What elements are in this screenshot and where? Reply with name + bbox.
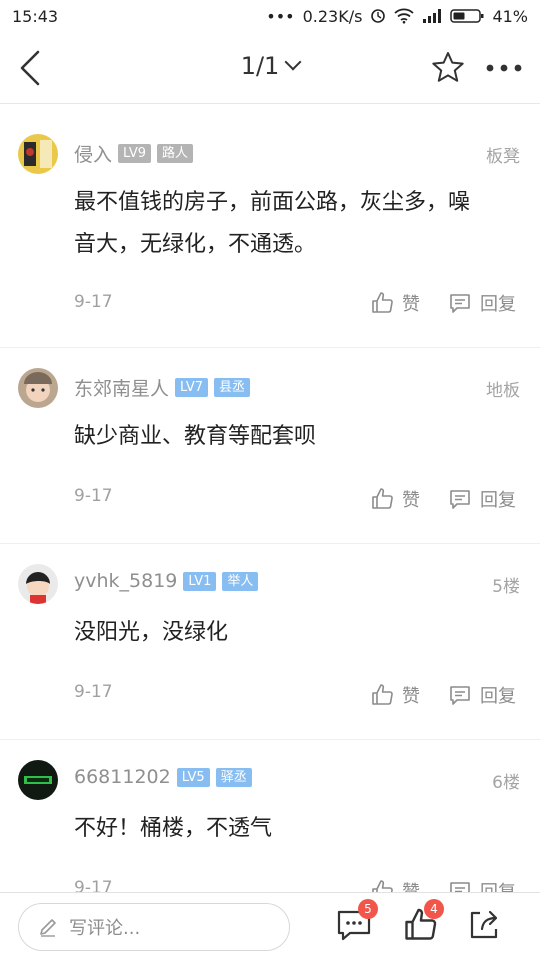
thumbs-up-icon (372, 488, 393, 509)
more-options-icon[interactable] (484, 56, 524, 80)
reply-bubble-icon (450, 294, 470, 313)
reply-bubble-icon (450, 882, 470, 892)
status-bar: 15:43 ••• 0.23K/s 41% (0, 0, 540, 32)
reply-button[interactable]: 回复 (448, 682, 516, 708)
battery-percent: 41% (492, 6, 528, 26)
comment-date: 9-17 (74, 682, 113, 702)
avatar[interactable] (18, 760, 58, 800)
comment-date: 9-17 (74, 292, 113, 312)
reply-bubble-icon (450, 686, 470, 705)
thumbs-up-icon (372, 292, 393, 313)
comments-button[interactable]: 5 (336, 899, 378, 947)
reply-label: 回复 (480, 878, 516, 892)
reply-label: 回复 (480, 294, 516, 315)
level-badge: LV7 (175, 378, 208, 397)
like-label: 赞 (402, 490, 420, 511)
like-label: 赞 (402, 294, 420, 315)
username[interactable]: yvhk_5819 (74, 570, 177, 592)
comment-item: 66811202 LV5 驿丞 6楼 不好！桶楼，不透气 9-17 赞 回复 (0, 740, 540, 892)
status-time: 15:43 (12, 6, 59, 26)
network-speed: 0.23K/s (302, 6, 363, 26)
comment-input[interactable]: 写评论... (18, 903, 290, 951)
avatar[interactable] (18, 564, 58, 604)
like-button[interactable]: 赞 (370, 290, 420, 316)
bottom-bar: 写评论... 5 4 (0, 892, 540, 960)
title-badge: 举人 (222, 571, 259, 591)
avatar[interactable] (18, 368, 58, 408)
like-post-button[interactable]: 4 (402, 899, 444, 947)
comment-text: 缺少商业、教育等配套呗 (74, 424, 317, 449)
alarm-icon (371, 9, 386, 23)
thumbs-up-icon (372, 880, 393, 892)
reply-button[interactable]: 回复 (448, 290, 516, 316)
title-badge: 县丞 (214, 378, 251, 397)
comment-placeholder: 写评论... (69, 918, 141, 939)
comment-date: 9-17 (74, 878, 113, 892)
reply-button[interactable]: 回复 (448, 878, 516, 892)
signal-icon (423, 9, 442, 23)
chevron-down-icon (284, 53, 302, 71)
like-button[interactable]: 赞 (370, 682, 420, 708)
level-badge: LV9 (118, 144, 151, 163)
like-button[interactable]: 赞 (370, 878, 420, 892)
like-label: 赞 (402, 878, 420, 892)
floor-label: 地板 (486, 381, 520, 401)
comment-text: 不好！桶楼，不透气 (74, 816, 273, 841)
pencil-icon (40, 919, 56, 937)
reply-label: 回复 (480, 490, 516, 511)
comment-text: 没阳光，没绿化 (74, 620, 229, 645)
comment-header: 66811202 LV5 驿丞 (74, 766, 252, 788)
likes-count-badge: 4 (424, 899, 444, 919)
floor-label: 6楼 (492, 773, 520, 793)
title-badge: 驿丞 (215, 767, 252, 787)
reply-button[interactable]: 回复 (448, 486, 516, 512)
comments-count-badge: 5 (358, 899, 378, 919)
comment-header: yvhk_5819 LV1 举人 (74, 570, 259, 592)
comment-item: 侵入 LV9 路人 板凳 最不值钱的房子，前面公路，灰尘多，噪音大，无绿化，不通… (0, 114, 540, 348)
comment-date: 9-17 (74, 486, 113, 506)
avatar[interactable] (18, 134, 58, 174)
status-indicators: ••• 0.23K/s 41% (266, 7, 528, 26)
comment-text: 最不值钱的房子，前面公路，灰尘多，噪音大，无绿化，不通透。 (74, 190, 471, 257)
share-icon (470, 910, 498, 939)
battery-icon (450, 9, 484, 23)
star-favorite-icon[interactable] (430, 50, 466, 86)
level-badge: LV1 (183, 571, 217, 591)
username[interactable]: 侵入 (74, 140, 112, 167)
status-dots: ••• (266, 6, 295, 26)
nav-bar: 1/1 (0, 32, 540, 104)
like-label: 赞 (402, 686, 420, 707)
reply-bubble-icon (450, 490, 470, 509)
comment-item: yvhk_5819 LV1 举人 5楼 没阳光，没绿化 9-17 赞 回复 (0, 544, 540, 740)
like-button[interactable]: 赞 (370, 486, 420, 512)
comment-item: 东郊南星人 LV7 县丞 地板 缺少商业、教育等配套呗 9-17 赞 回复 (0, 348, 540, 544)
reply-label: 回复 (480, 686, 516, 707)
title-badge: 路人 (157, 144, 194, 163)
floor-label: 5楼 (492, 577, 520, 597)
wifi-icon (394, 8, 415, 24)
comment-header: 东郊南星人 LV7 县丞 (74, 374, 251, 401)
comment-header: 侵入 LV9 路人 (74, 140, 194, 167)
level-badge: LV5 (176, 767, 210, 787)
share-button[interactable] (466, 907, 506, 947)
username[interactable]: 东郊南星人 (74, 374, 169, 401)
page-indicator: 1/1 (240, 52, 280, 80)
username[interactable]: 66811202 (74, 766, 171, 788)
comment-feed: 侵入 LV9 路人 板凳 最不值钱的房子，前面公路，灰尘多，噪音大，无绿化，不通… (0, 114, 540, 892)
floor-label: 板凳 (486, 147, 520, 167)
thumbs-up-icon (372, 684, 393, 705)
